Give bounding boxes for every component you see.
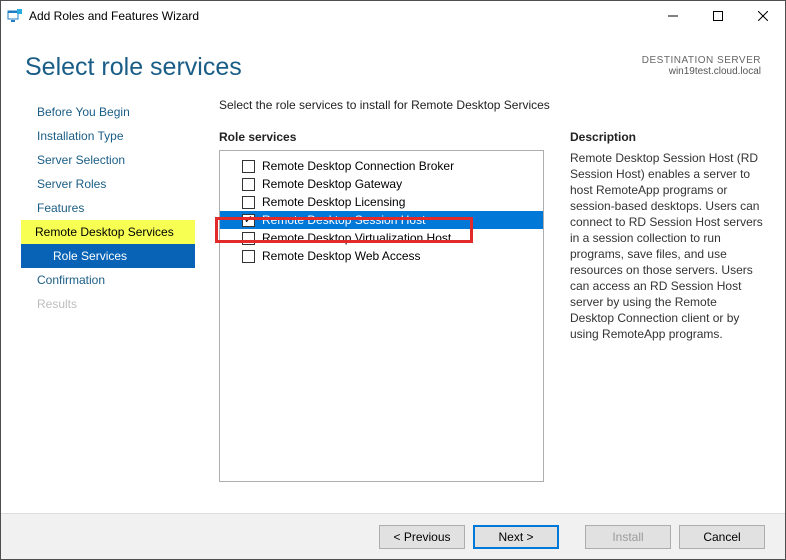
description-text: Remote Desktop Session Host (RD Session …	[570, 150, 763, 342]
install-button: Install	[585, 525, 671, 549]
nav-server-roles[interactable]: Server Roles	[21, 172, 195, 196]
close-button[interactable]	[740, 1, 785, 31]
nav-confirmation[interactable]: Confirmation	[21, 268, 195, 292]
service-label: Remote Desktop Gateway	[262, 177, 402, 191]
checkbox-icon[interactable]	[242, 160, 255, 173]
role-services-listbox[interactable]: Remote Desktop Connection Broker Remote …	[219, 150, 544, 482]
destination-server-info: DESTINATION SERVER win19test.cloud.local	[642, 53, 761, 77]
destination-server: win19test.cloud.local	[642, 66, 761, 77]
minimize-button[interactable]	[650, 1, 695, 31]
nav-installation-type[interactable]: Installation Type	[21, 124, 195, 148]
service-label: Remote Desktop Connection Broker	[262, 159, 454, 173]
service-label: Remote Desktop Licensing	[262, 195, 405, 209]
service-gateway[interactable]: Remote Desktop Gateway	[220, 175, 543, 193]
maximize-button[interactable]	[695, 1, 740, 31]
nav-results: Results	[21, 292, 195, 316]
content-prompt: Select the role services to install for …	[219, 98, 763, 112]
checkbox-icon[interactable]	[242, 178, 255, 191]
service-label: Remote Desktop Session Host	[262, 213, 425, 227]
nav-server-selection[interactable]: Server Selection	[21, 148, 195, 172]
nav-features[interactable]: Features	[21, 196, 195, 220]
wizard-footer: < Previous Next > Install Cancel	[1, 513, 785, 559]
wizard-nav: Before You Begin Installation Type Serve…	[21, 98, 195, 506]
window-controls	[650, 1, 785, 31]
wizard-content: Select the role services to install for …	[195, 98, 763, 506]
page-title: Select role services	[25, 53, 242, 82]
content-columns: Role services Remote Desktop Connection …	[219, 130, 763, 482]
service-label: Remote Desktop Virtualization Host	[262, 231, 451, 245]
nav-before-you-begin[interactable]: Before You Begin	[21, 100, 195, 124]
previous-button[interactable]: < Previous	[379, 525, 465, 549]
wizard-header: Select role services DESTINATION SERVER …	[1, 31, 785, 82]
titlebar: Add Roles and Features Wizard	[1, 1, 785, 31]
nav-role-services[interactable]: Role Services	[21, 244, 195, 268]
service-connection-broker[interactable]: Remote Desktop Connection Broker	[220, 157, 543, 175]
checkbox-icon[interactable]	[242, 232, 255, 245]
checkbox-icon[interactable]	[242, 250, 255, 263]
window-title: Add Roles and Features Wizard	[29, 9, 650, 23]
wizard-body: Before You Begin Installation Type Serve…	[1, 82, 785, 506]
app-icon	[7, 8, 23, 24]
services-heading: Role services	[219, 130, 544, 144]
service-label: Remote Desktop Web Access	[262, 249, 421, 263]
nav-remote-desktop-services[interactable]: Remote Desktop Services	[21, 220, 195, 244]
next-button[interactable]: Next >	[473, 525, 559, 549]
checkbox-icon[interactable]	[242, 214, 255, 227]
destination-label: DESTINATION SERVER	[642, 55, 761, 66]
service-virtualization-host[interactable]: Remote Desktop Virtualization Host	[220, 229, 543, 247]
service-licensing[interactable]: Remote Desktop Licensing	[220, 193, 543, 211]
description-heading: Description	[570, 130, 763, 144]
description-column: Description Remote Desktop Session Host …	[570, 130, 763, 482]
service-session-host[interactable]: Remote Desktop Session Host	[220, 211, 543, 229]
checkbox-icon[interactable]	[242, 196, 255, 209]
cancel-button[interactable]: Cancel	[679, 525, 765, 549]
services-column: Role services Remote Desktop Connection …	[219, 130, 544, 482]
service-web-access[interactable]: Remote Desktop Web Access	[220, 247, 543, 265]
